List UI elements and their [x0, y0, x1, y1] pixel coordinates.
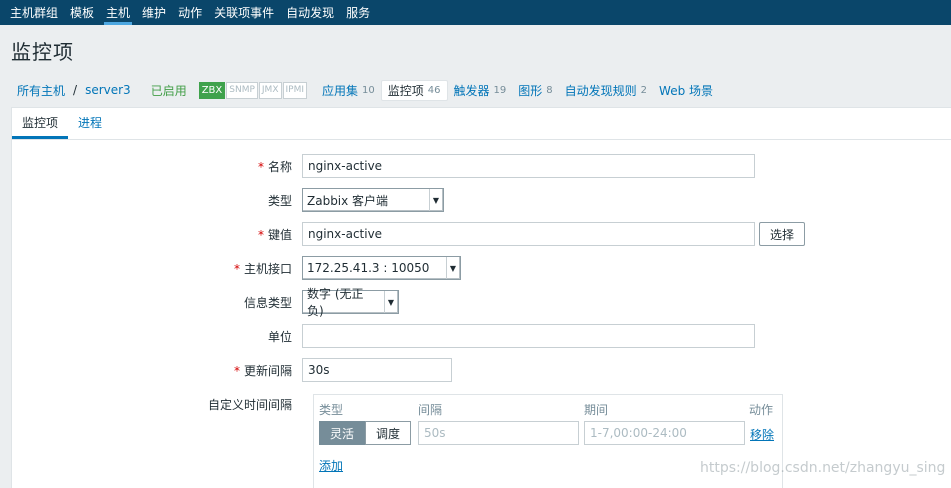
tab-count: 46	[427, 84, 441, 96]
col-period-header: 期间	[584, 403, 609, 417]
interval-label: * 更新间隔	[12, 362, 302, 379]
interval-input[interactable]: 30s	[302, 358, 452, 382]
required-marker: *	[257, 227, 264, 242]
label-text: 更新间隔	[243, 363, 292, 378]
name-input[interactable]: nginx-active	[302, 154, 755, 178]
host-navigation: 所有主机 / server3 已启用 ZBX SNMP JMX IPMI 应用集…	[11, 78, 719, 102]
tab-triggers[interactable]: 触发器 19	[448, 80, 513, 101]
tab-web-scenarios[interactable]: Web 场景	[653, 80, 719, 101]
tab-count: 19	[493, 84, 507, 96]
tab-label: 监控项	[387, 83, 424, 98]
chevron-down-icon: ▼	[445, 257, 456, 279]
col-action-header: 动作	[749, 403, 774, 417]
tab-graphs[interactable]: 图形 8	[512, 80, 558, 101]
top-navigation: 主机群组 模板 主机 维护 动作 关联项事件 自动发现 服务	[0, 0, 951, 25]
nav-maintenance[interactable]: 维护	[136, 0, 172, 25]
availability-badges: ZBX SNMP JMX IPMI	[198, 81, 308, 99]
name-label: * 名称	[12, 158, 302, 175]
chevron-down-icon: ▼	[383, 291, 394, 313]
watermark: https://blog.csdn.net/zhangyu_sing	[700, 460, 946, 476]
info-type-row: 信息类型 数字 (无正负) ▼	[12, 287, 399, 318]
nav-templates[interactable]: 模板	[64, 0, 100, 25]
custom-intervals-row: 自定义时间间隔	[12, 394, 302, 414]
form-subtabs: 监控项 进程	[12, 108, 951, 140]
units-input[interactable]	[302, 324, 755, 348]
nav-hosts[interactable]: 主机	[100, 0, 136, 25]
type-select[interactable]: Zabbix 客户端 ▼	[302, 188, 444, 212]
subtab-preprocessing[interactable]: 进程	[68, 114, 112, 139]
scheduling-option[interactable]: 调度	[365, 421, 412, 445]
snmp-badge: SNMP	[226, 81, 258, 99]
tab-label: 应用集	[322, 83, 359, 98]
subtab-item[interactable]: 监控项	[12, 114, 69, 139]
custom-period-input[interactable]: 1-7,00:00-24:00	[584, 421, 745, 445]
required-marker: *	[233, 261, 240, 276]
select-value: 172.25.41.3 : 10050	[307, 261, 430, 275]
add-interval-link[interactable]: 添加	[319, 457, 343, 474]
ipmi-badge: IPMI	[282, 81, 308, 99]
custom-intervals-label: 自定义时间间隔	[207, 397, 292, 412]
flexible-option[interactable]: 灵活	[319, 421, 366, 445]
label-text: 名称	[267, 159, 292, 174]
units-row: 单位	[12, 324, 755, 348]
tab-label: 图形	[518, 83, 543, 98]
key-row: * 键值 nginx-active 选择	[12, 222, 806, 246]
zbx-badge: ZBX	[198, 81, 226, 99]
tab-count: 2	[640, 84, 648, 96]
tab-applications[interactable]: 应用集 10	[316, 80, 381, 101]
item-form-panel: 监控项 进程 * 名称 nginx-active 类型 Zabbix 客户端 ▼ *…	[11, 107, 951, 488]
interface-select[interactable]: 172.25.41.3 : 10050 ▼	[302, 256, 461, 280]
interface-label: * 主机接口	[12, 260, 302, 277]
remove-interval-link[interactable]: 移除	[750, 426, 774, 443]
all-hosts-link[interactable]: 所有主机	[11, 82, 71, 99]
interval-row: * 更新间隔 30s	[12, 358, 452, 382]
nav-discovery[interactable]: 自动发现	[280, 0, 340, 25]
info-type-select[interactable]: 数字 (无正负) ▼	[302, 287, 399, 318]
tab-count: 10	[362, 84, 375, 96]
name-row: * 名称 nginx-active	[12, 154, 755, 178]
required-marker: *	[233, 363, 240, 378]
jmx-badge: JMX	[258, 81, 282, 99]
type-row: 类型 Zabbix 客户端 ▼	[12, 188, 444, 212]
page-title: 监控项	[11, 40, 74, 64]
units-label: 单位	[267, 329, 292, 344]
tab-count: 8	[546, 84, 553, 96]
tab-items[interactable]: 监控项 46	[380, 79, 448, 101]
nav-host-groups[interactable]: 主机群组	[4, 0, 64, 25]
col-interval-header: 间隔	[418, 403, 443, 417]
nav-actions[interactable]: 动作	[172, 0, 208, 25]
type-label: 类型	[267, 193, 292, 208]
nav-services[interactable]: 服务	[340, 0, 376, 25]
host-link[interactable]: server3	[79, 83, 137, 97]
key-input[interactable]: nginx-active	[302, 222, 755, 246]
host-status[interactable]: 已启用	[137, 82, 197, 99]
select-value: Zabbix 客户端	[307, 193, 389, 208]
label-text: 主机接口	[243, 261, 292, 276]
tab-label: 触发器	[453, 83, 490, 98]
info-type-label: 信息类型	[243, 295, 292, 310]
label-text: 键值	[267, 227, 292, 242]
tab-discovery-rules[interactable]: 自动发现规则 2	[559, 80, 653, 101]
col-type-header: 类型	[319, 403, 344, 417]
tab-label: Web 场景	[659, 83, 714, 98]
interval-type-toggle: 灵活 调度	[319, 421, 412, 445]
chevron-down-icon: ▼	[428, 189, 439, 211]
interface-row: * 主机接口 172.25.41.3 : 10050 ▼	[12, 256, 461, 280]
breadcrumb-separator: /	[73, 83, 78, 97]
key-label: * 键值	[12, 226, 302, 243]
select-value: 数字 (无正负)	[307, 287, 364, 318]
nav-event-correlation[interactable]: 关联项事件	[208, 0, 280, 25]
tab-label: 自动发现规则	[564, 83, 637, 98]
required-marker: *	[257, 159, 264, 174]
select-key-button[interactable]: 选择	[759, 222, 806, 246]
custom-interval-input[interactable]: 50s	[418, 421, 579, 445]
